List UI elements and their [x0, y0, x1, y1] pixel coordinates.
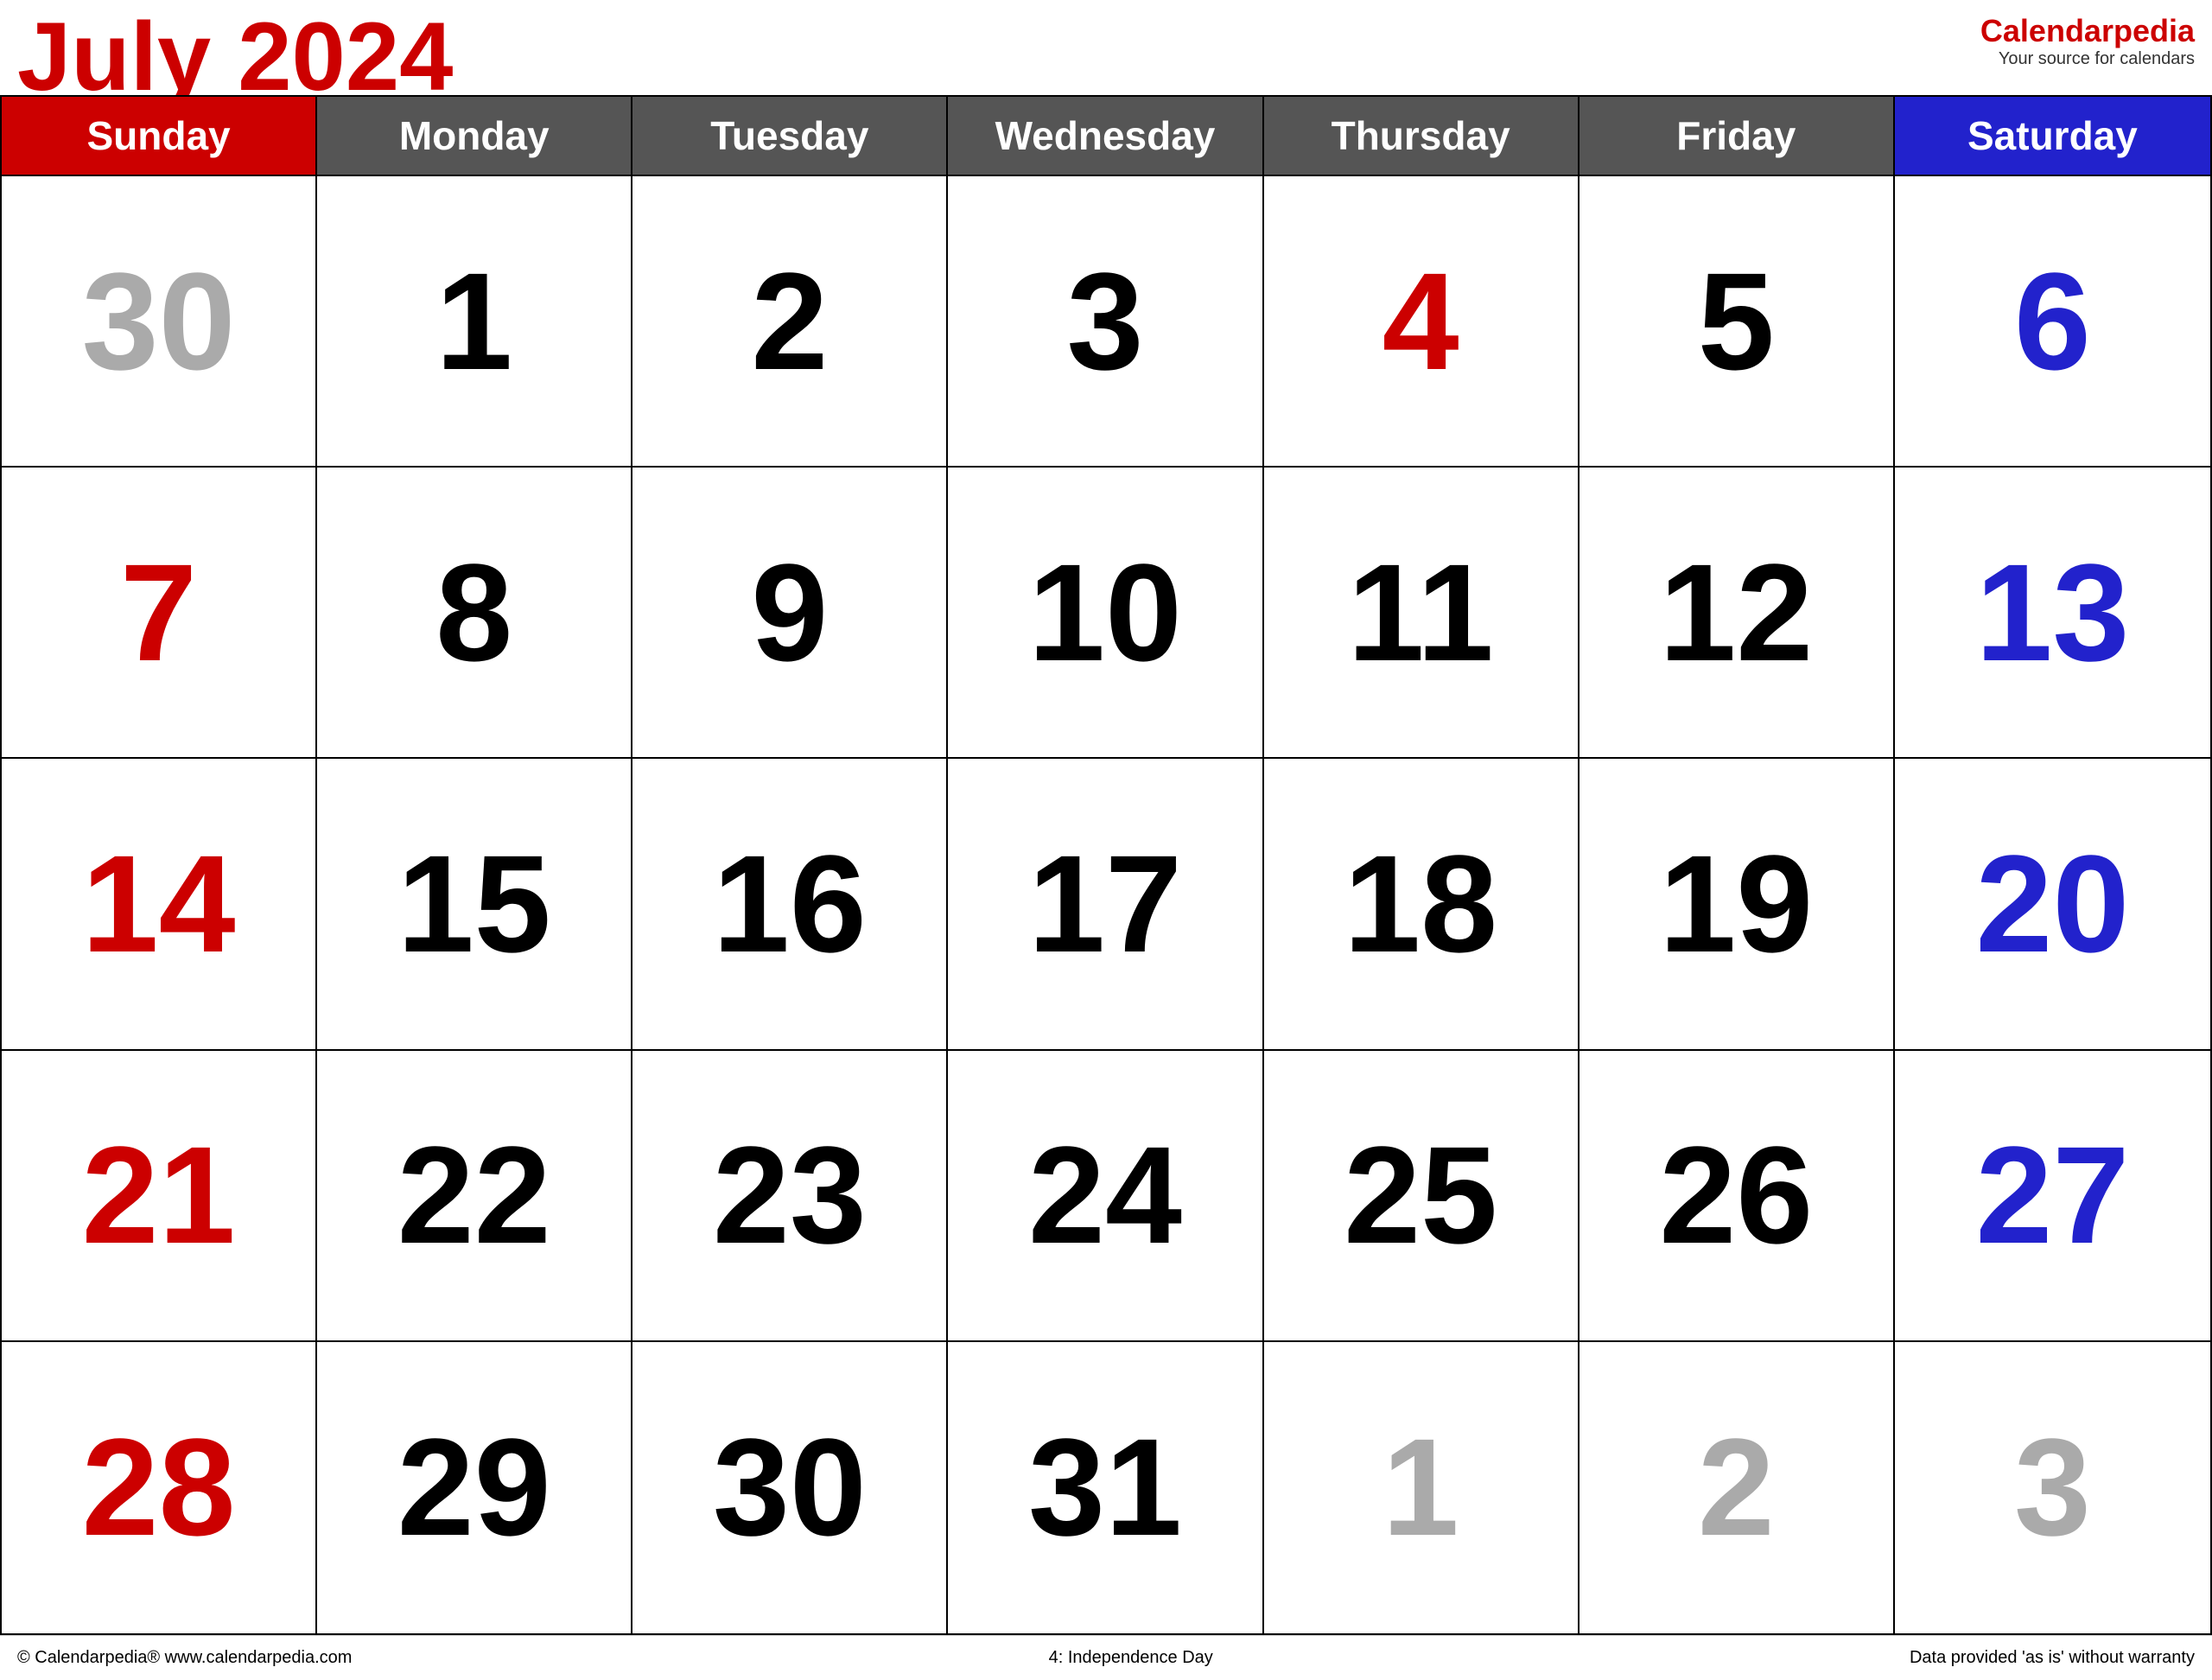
day-2-next: 2	[1698, 1418, 1775, 1556]
cell-w5-sat: 3	[1895, 1342, 2210, 1633]
calendar-header: July 2024 Calendarpedia Your source for …	[0, 0, 2212, 95]
cell-w4-thu: 25	[1264, 1051, 1580, 1342]
footer-disclaimer: Data provided 'as is' without warranty	[1910, 1648, 2195, 1668]
cell-w3-sun: 14	[2, 759, 317, 1050]
day-16: 16	[713, 835, 867, 973]
day-26: 26	[1659, 1126, 1813, 1264]
cell-w3-thu: 18	[1264, 759, 1580, 1050]
day-17: 17	[1028, 835, 1182, 973]
calendar-footer: © Calendarpedia® www.calendarpedia.com 4…	[0, 1635, 2212, 1680]
cell-w1-tue: 2	[632, 176, 948, 468]
brand-name: Calendarpedia	[1980, 13, 2195, 49]
cell-w4-wed: 24	[948, 1051, 1263, 1342]
cell-w2-thu: 11	[1264, 468, 1580, 759]
header-saturday: Saturday	[1895, 97, 2210, 175]
cell-w1-thu: 4	[1264, 176, 1580, 468]
day-6: 6	[2014, 252, 2091, 391]
cell-w3-fri: 19	[1580, 759, 1895, 1050]
cell-w2-tue: 9	[632, 468, 948, 759]
cell-w5-thu: 1	[1264, 1342, 1580, 1633]
header-tuesday: Tuesday	[632, 97, 948, 175]
month-title: July 2024	[17, 9, 453, 105]
cell-w3-wed: 17	[948, 759, 1263, 1050]
day-30-prev: 30	[82, 252, 236, 391]
footer-copyright: © Calendarpedia® www.calendarpedia.com	[17, 1648, 352, 1668]
cell-w3-sat: 20	[1895, 759, 2210, 1050]
header-wednesday: Wednesday	[948, 97, 1263, 175]
brand-logo: Calendarpedia Your source for calendars	[1980, 9, 2195, 69]
day-27: 27	[1975, 1126, 2129, 1264]
day-8: 8	[435, 544, 512, 682]
day-3-next: 3	[2014, 1418, 2091, 1556]
day-18: 18	[1344, 835, 1497, 973]
day-19: 19	[1659, 835, 1813, 973]
day-28: 28	[82, 1418, 236, 1556]
day-11: 11	[1348, 544, 1494, 682]
day-10: 10	[1028, 544, 1182, 682]
cell-w5-fri: 2	[1580, 1342, 1895, 1633]
cell-w5-sun: 28	[2, 1342, 317, 1633]
day-2: 2	[751, 252, 828, 391]
cell-w4-sat: 27	[1895, 1051, 2210, 1342]
day-13: 13	[1975, 544, 2129, 682]
day-4: 4	[1382, 252, 1459, 391]
day-20: 20	[1975, 835, 2129, 973]
day-24: 24	[1028, 1126, 1182, 1264]
day-9: 9	[751, 544, 828, 682]
day-5: 5	[1698, 252, 1775, 391]
header-friday: Friday	[1580, 97, 1895, 175]
page-wrapper: July 2024 Calendarpedia Your source for …	[0, 0, 2212, 1680]
day-14: 14	[82, 835, 236, 973]
cell-w4-mon: 22	[317, 1051, 632, 1342]
day-1-next: 1	[1382, 1418, 1459, 1556]
day-31: 31	[1028, 1418, 1182, 1556]
day-headers: Sunday Monday Tuesday Wednesday Thursday…	[2, 97, 2210, 176]
day-25: 25	[1344, 1126, 1497, 1264]
header-monday: Monday	[317, 97, 632, 175]
brand-name-accent: pedia	[2113, 13, 2195, 48]
footer-holiday-note: 4: Independence Day	[1049, 1648, 1213, 1668]
header-thursday: Thursday	[1264, 97, 1580, 175]
cell-w3-tue: 16	[632, 759, 948, 1050]
cell-w5-mon: 29	[317, 1342, 632, 1633]
brand-tagline: Your source for calendars	[1980, 49, 2195, 69]
day-23: 23	[713, 1126, 867, 1264]
calendar-grid: 30 1 2 3 4 5 6 7 8 9 10 11 12 13 14 15 1…	[2, 176, 2210, 1633]
cell-w1-mon: 1	[317, 176, 632, 468]
cell-w2-fri: 12	[1580, 468, 1895, 759]
day-12: 12	[1659, 544, 1813, 682]
cell-w1-wed: 3	[948, 176, 1263, 468]
cell-w4-tue: 23	[632, 1051, 948, 1342]
cell-w1-fri: 5	[1580, 176, 1895, 468]
cell-w3-mon: 15	[317, 759, 632, 1050]
cell-w4-sun: 21	[2, 1051, 317, 1342]
day-21: 21	[82, 1126, 236, 1264]
day-7: 7	[120, 544, 197, 682]
cell-w2-mon: 8	[317, 468, 632, 759]
cell-w1-sun: 30	[2, 176, 317, 468]
cell-w2-sun: 7	[2, 468, 317, 759]
day-3: 3	[1067, 252, 1144, 391]
cell-w5-wed: 31	[948, 1342, 1263, 1633]
header-sunday: Sunday	[2, 97, 317, 175]
cell-w2-wed: 10	[948, 468, 1263, 759]
cell-w2-sat: 13	[1895, 468, 2210, 759]
cell-w4-fri: 26	[1580, 1051, 1895, 1342]
day-15: 15	[397, 835, 551, 973]
calendar-container: Sunday Monday Tuesday Wednesday Thursday…	[0, 95, 2212, 1635]
day-29: 29	[397, 1418, 551, 1556]
cell-w1-sat: 6	[1895, 176, 2210, 468]
day-22: 22	[397, 1126, 551, 1264]
brand-name-part1: Calendar	[1980, 13, 2113, 48]
cell-w5-tue: 30	[632, 1342, 948, 1633]
day-1: 1	[435, 252, 512, 391]
day-30: 30	[713, 1418, 867, 1556]
